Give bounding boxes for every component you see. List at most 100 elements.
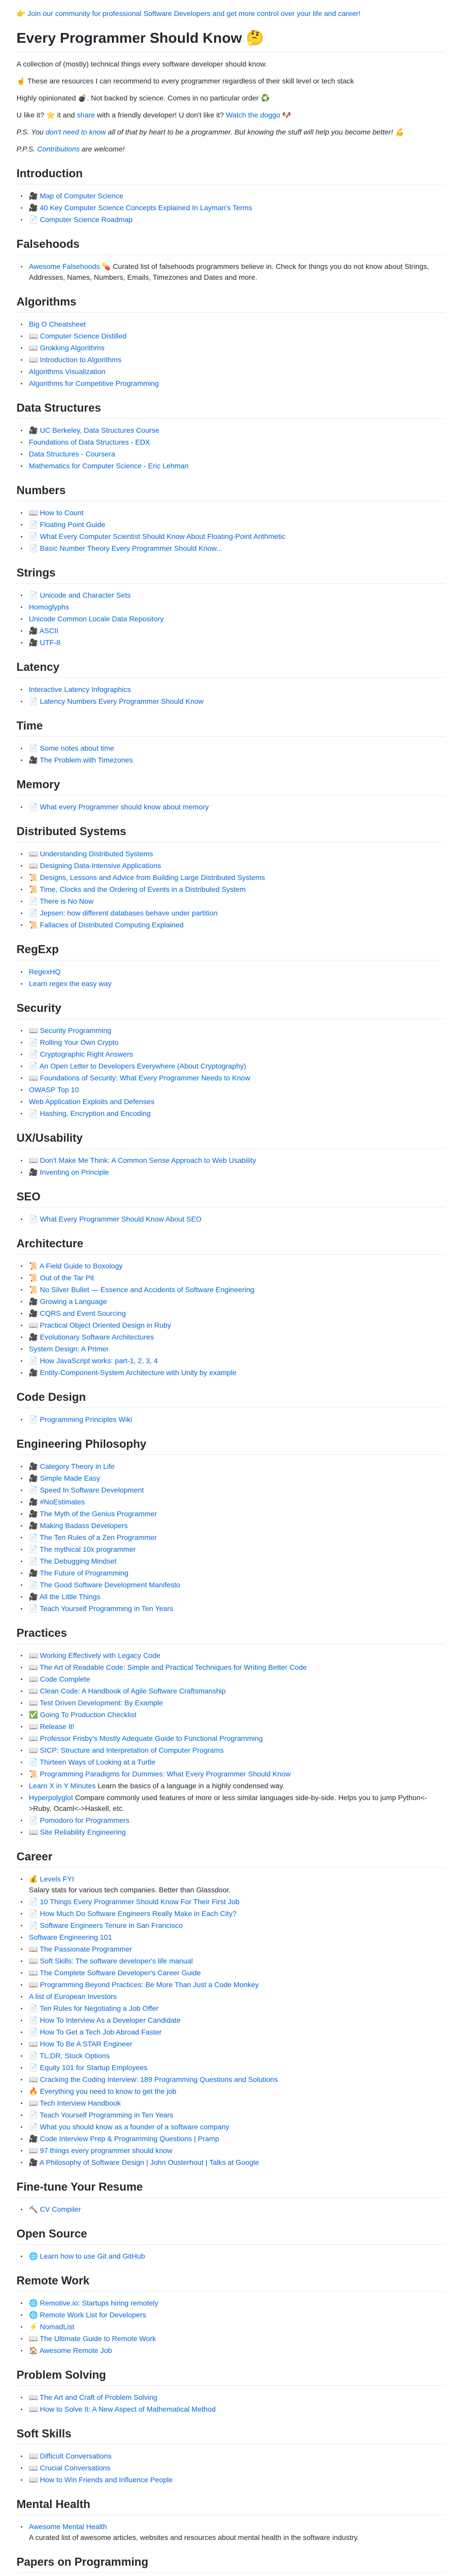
item-link[interactable]: Grokking Algorithms <box>40 344 104 352</box>
item-link[interactable]: Remotive.io: Startups hiring remotely <box>40 2299 158 2307</box>
community-link[interactable]: Join our community for professional Soft… <box>27 9 360 18</box>
item-link[interactable]: Designing Data-Intensive Applications <box>40 861 161 870</box>
item-link[interactable]: Mathematics for Computer Science - Eric … <box>29 462 189 470</box>
item-link[interactable]: The Debugging Mindset <box>40 1557 117 1565</box>
item-link[interactable]: Speed In Software Development <box>40 1486 144 1494</box>
item-link[interactable]: Rolling Your Own Crypto <box>40 1038 119 1046</box>
item-link[interactable]: Foundations of Data Structures - EDX <box>29 438 150 446</box>
item-link[interactable]: Release It! <box>40 1722 74 1731</box>
item-link[interactable]: Learn regex the easy way <box>29 979 111 988</box>
dont-need-link[interactable]: don't need to know <box>45 128 106 136</box>
item-link[interactable]: Equity 101 for Startup Employees <box>40 2063 147 2072</box>
item-link[interactable]: Web Application Exploits and Defenses <box>29 1097 154 1106</box>
item-link[interactable]: System Design: A Primer <box>29 1345 109 1353</box>
item-link[interactable]: Programming Beyond Practices: Be More Th… <box>40 1980 259 1989</box>
item-link[interactable]: How to Solve It: A New Aspect of Mathema… <box>40 2405 216 2413</box>
item-link[interactable]: A list of European Investors <box>29 1992 117 2001</box>
item-link[interactable]: Teach Yourself Programming in Ten Years <box>40 2111 173 2119</box>
item-link[interactable]: Awesome Remote Job <box>40 2346 112 2354</box>
item-link[interactable]: How JavaScript works: part-1, 2, 3, 4 <box>40 1357 158 1365</box>
item-link[interactable]: Learn X in Y Minutes <box>29 1782 95 1790</box>
item-link[interactable]: Category Theory in Life <box>40 1462 114 1470</box>
item-link[interactable]: Computer Science Distilled <box>40 332 126 340</box>
item-link[interactable]: UTF-8 <box>40 638 60 647</box>
item-link[interactable]: Inventing on Principle <box>40 1168 109 1176</box>
item-link[interactable]: Entity-Component-System Architecture wit… <box>40 1368 236 1377</box>
item-link[interactable]: Pomodoro for Programmers <box>40 1816 129 1824</box>
item-link[interactable]: Programming Principles Wiki <box>40 1415 132 1423</box>
item-link[interactable]: The Ten Rules of a Zen Programmer <box>40 1533 157 1541</box>
item-link[interactable]: Data Structures - Coursera <box>29 450 115 458</box>
item-link[interactable]: The Good Software Development Manifesto <box>40 1581 180 1589</box>
item-link[interactable]: Cracking the Coding Interview: 189 Progr… <box>40 2075 277 2083</box>
item-link[interactable]: Test Driven Development: By Example <box>40 1699 163 1707</box>
item-link[interactable]: Security Programming <box>40 1026 111 1035</box>
item-link[interactable]: The Complete Software Developer's Career… <box>40 1969 201 1977</box>
item-link[interactable]: How Much Do Software Engineers Really Ma… <box>40 1909 236 1918</box>
item-link[interactable]: What Every Computer Scientist Should Kno… <box>40 532 285 540</box>
item-link[interactable]: Code Complete <box>40 1675 90 1683</box>
item-link[interactable]: SICP: Structure and Interpretation of Co… <box>40 1746 223 1754</box>
item-link[interactable]: Understanding Distributed Systems <box>40 850 153 858</box>
item-link[interactable]: Unicode and Character Sets <box>40 591 130 599</box>
item-link[interactable]: Fallacies of Distributed Computing Expla… <box>40 921 184 929</box>
item-link[interactable]: Don't Make Me Think: A Common Sense Appr… <box>40 1156 256 1164</box>
item-link[interactable]: Crucial Conversations <box>40 2464 110 2472</box>
item-link[interactable]: What Every Programmer Should Know About … <box>40 1215 202 1223</box>
item-link[interactable]: Latency Numbers Every Programmer Should … <box>40 697 203 705</box>
item-link[interactable]: How To Get a Tech Job Abroad Faster <box>40 2028 161 2036</box>
item-link[interactable]: Awesome Mental Health <box>29 2522 107 2531</box>
item-link[interactable]: Simple Made Easy <box>40 1474 100 1482</box>
item-link[interactable]: The Art and Craft of Problem Solving <box>40 2393 157 2401</box>
item-link[interactable]: Foundations of Security: What Every Prog… <box>40 1074 250 1082</box>
item-link[interactable]: All the Little Things <box>40 1592 101 1601</box>
item-link[interactable]: Growing a Language <box>40 1297 107 1306</box>
item-link[interactable]: Professor Frisby's Mostly Adequate Guide… <box>40 1734 262 1742</box>
item-link[interactable]: Awesome Falsehoods <box>29 262 100 270</box>
item-link[interactable]: Thirteen Ways of Looking at a Turtle <box>40 1758 155 1766</box>
item-link[interactable]: How To Interview As a Developer Candidat… <box>40 2016 180 2024</box>
item-link[interactable]: Homoglyphs <box>29 603 69 611</box>
item-link[interactable]: There is No Now <box>40 897 93 905</box>
contributions-link[interactable]: Contributions <box>37 145 80 153</box>
item-link[interactable]: The mythical 10x programmer <box>40 1545 136 1553</box>
item-link[interactable]: Ten Rules for Negotiating a Job Offer <box>40 2004 158 2012</box>
item-link[interactable]: Working Effectively with Legacy Code <box>40 1651 160 1659</box>
item-link[interactable]: The Ultimate Guide to Remote Work <box>40 2334 156 2343</box>
item-link[interactable]: Remote Work List for Developers <box>40 2311 146 2319</box>
item-link[interactable]: What every Programmer should know about … <box>40 803 209 811</box>
item-link[interactable]: Map of Computer Science <box>40 192 123 200</box>
item-link[interactable]: How to Count <box>40 509 84 517</box>
item-link[interactable]: Levels FYI <box>40 1875 74 1883</box>
item-link[interactable]: NomadList <box>40 2323 74 2331</box>
item-link[interactable]: The Problem with Timezones <box>40 756 133 764</box>
item-link[interactable]: Big O Cheatsheet <box>29 320 86 328</box>
item-link[interactable]: What you should know as a founder of a s… <box>40 2123 229 2131</box>
item-link[interactable]: 97 things every programmer should know <box>40 2146 172 2155</box>
item-link[interactable]: UC Berkeley, Data Structures Course <box>40 426 159 434</box>
item-link[interactable]: Tech Interview Handbook <box>40 2099 121 2107</box>
item-link[interactable]: Teach Yourself Programming in Ten Years <box>40 1604 173 1613</box>
item-link[interactable]: Learn how to use Git and GitHub <box>40 2252 145 2260</box>
item-link[interactable]: The Future of Programming <box>40 1569 128 1577</box>
item-link[interactable]: Some notes about time <box>40 744 114 752</box>
item-link[interactable]: Hashing, Encryption and Encoding <box>40 1109 151 1117</box>
item-link[interactable]: #NoEstimates <box>40 1498 85 1506</box>
item-link[interactable]: Soft Skills: The software developer's li… <box>40 1957 193 1965</box>
item-link[interactable]: Site Reliability Engineering <box>40 1828 126 1836</box>
item-link[interactable]: Going To Production Checklist <box>40 1710 136 1719</box>
item-link[interactable]: Evolutionary Software Architectures <box>40 1333 154 1341</box>
item-link[interactable]: The Myth of the Genius Programmer <box>40 1510 157 1518</box>
item-link[interactable]: How To Be A STAR Engineer <box>40 2040 132 2048</box>
item-link[interactable]: CQRS and Event Sourcing <box>40 1309 126 1317</box>
item-link[interactable]: Unicode Common Locale Data Repository <box>29 615 163 623</box>
item-link[interactable]: RegexHQ <box>29 968 60 976</box>
item-link[interactable]: Computer Science Roadmap <box>40 215 133 224</box>
item-link[interactable]: ASCII <box>40 626 59 635</box>
item-link[interactable]: CV Compiler <box>40 2205 80 2213</box>
item-link[interactable]: OWASP Top 10 <box>29 1086 79 1094</box>
item-link[interactable]: Interactive Latency Infographics <box>29 685 131 693</box>
item-link[interactable]: Cryptographic Right Answers <box>40 1050 133 1058</box>
item-link[interactable]: No Silver Bullet — Essence and Accidents… <box>40 1285 254 1294</box>
item-link[interactable]: Algorithms Visualization <box>29 367 105 376</box>
